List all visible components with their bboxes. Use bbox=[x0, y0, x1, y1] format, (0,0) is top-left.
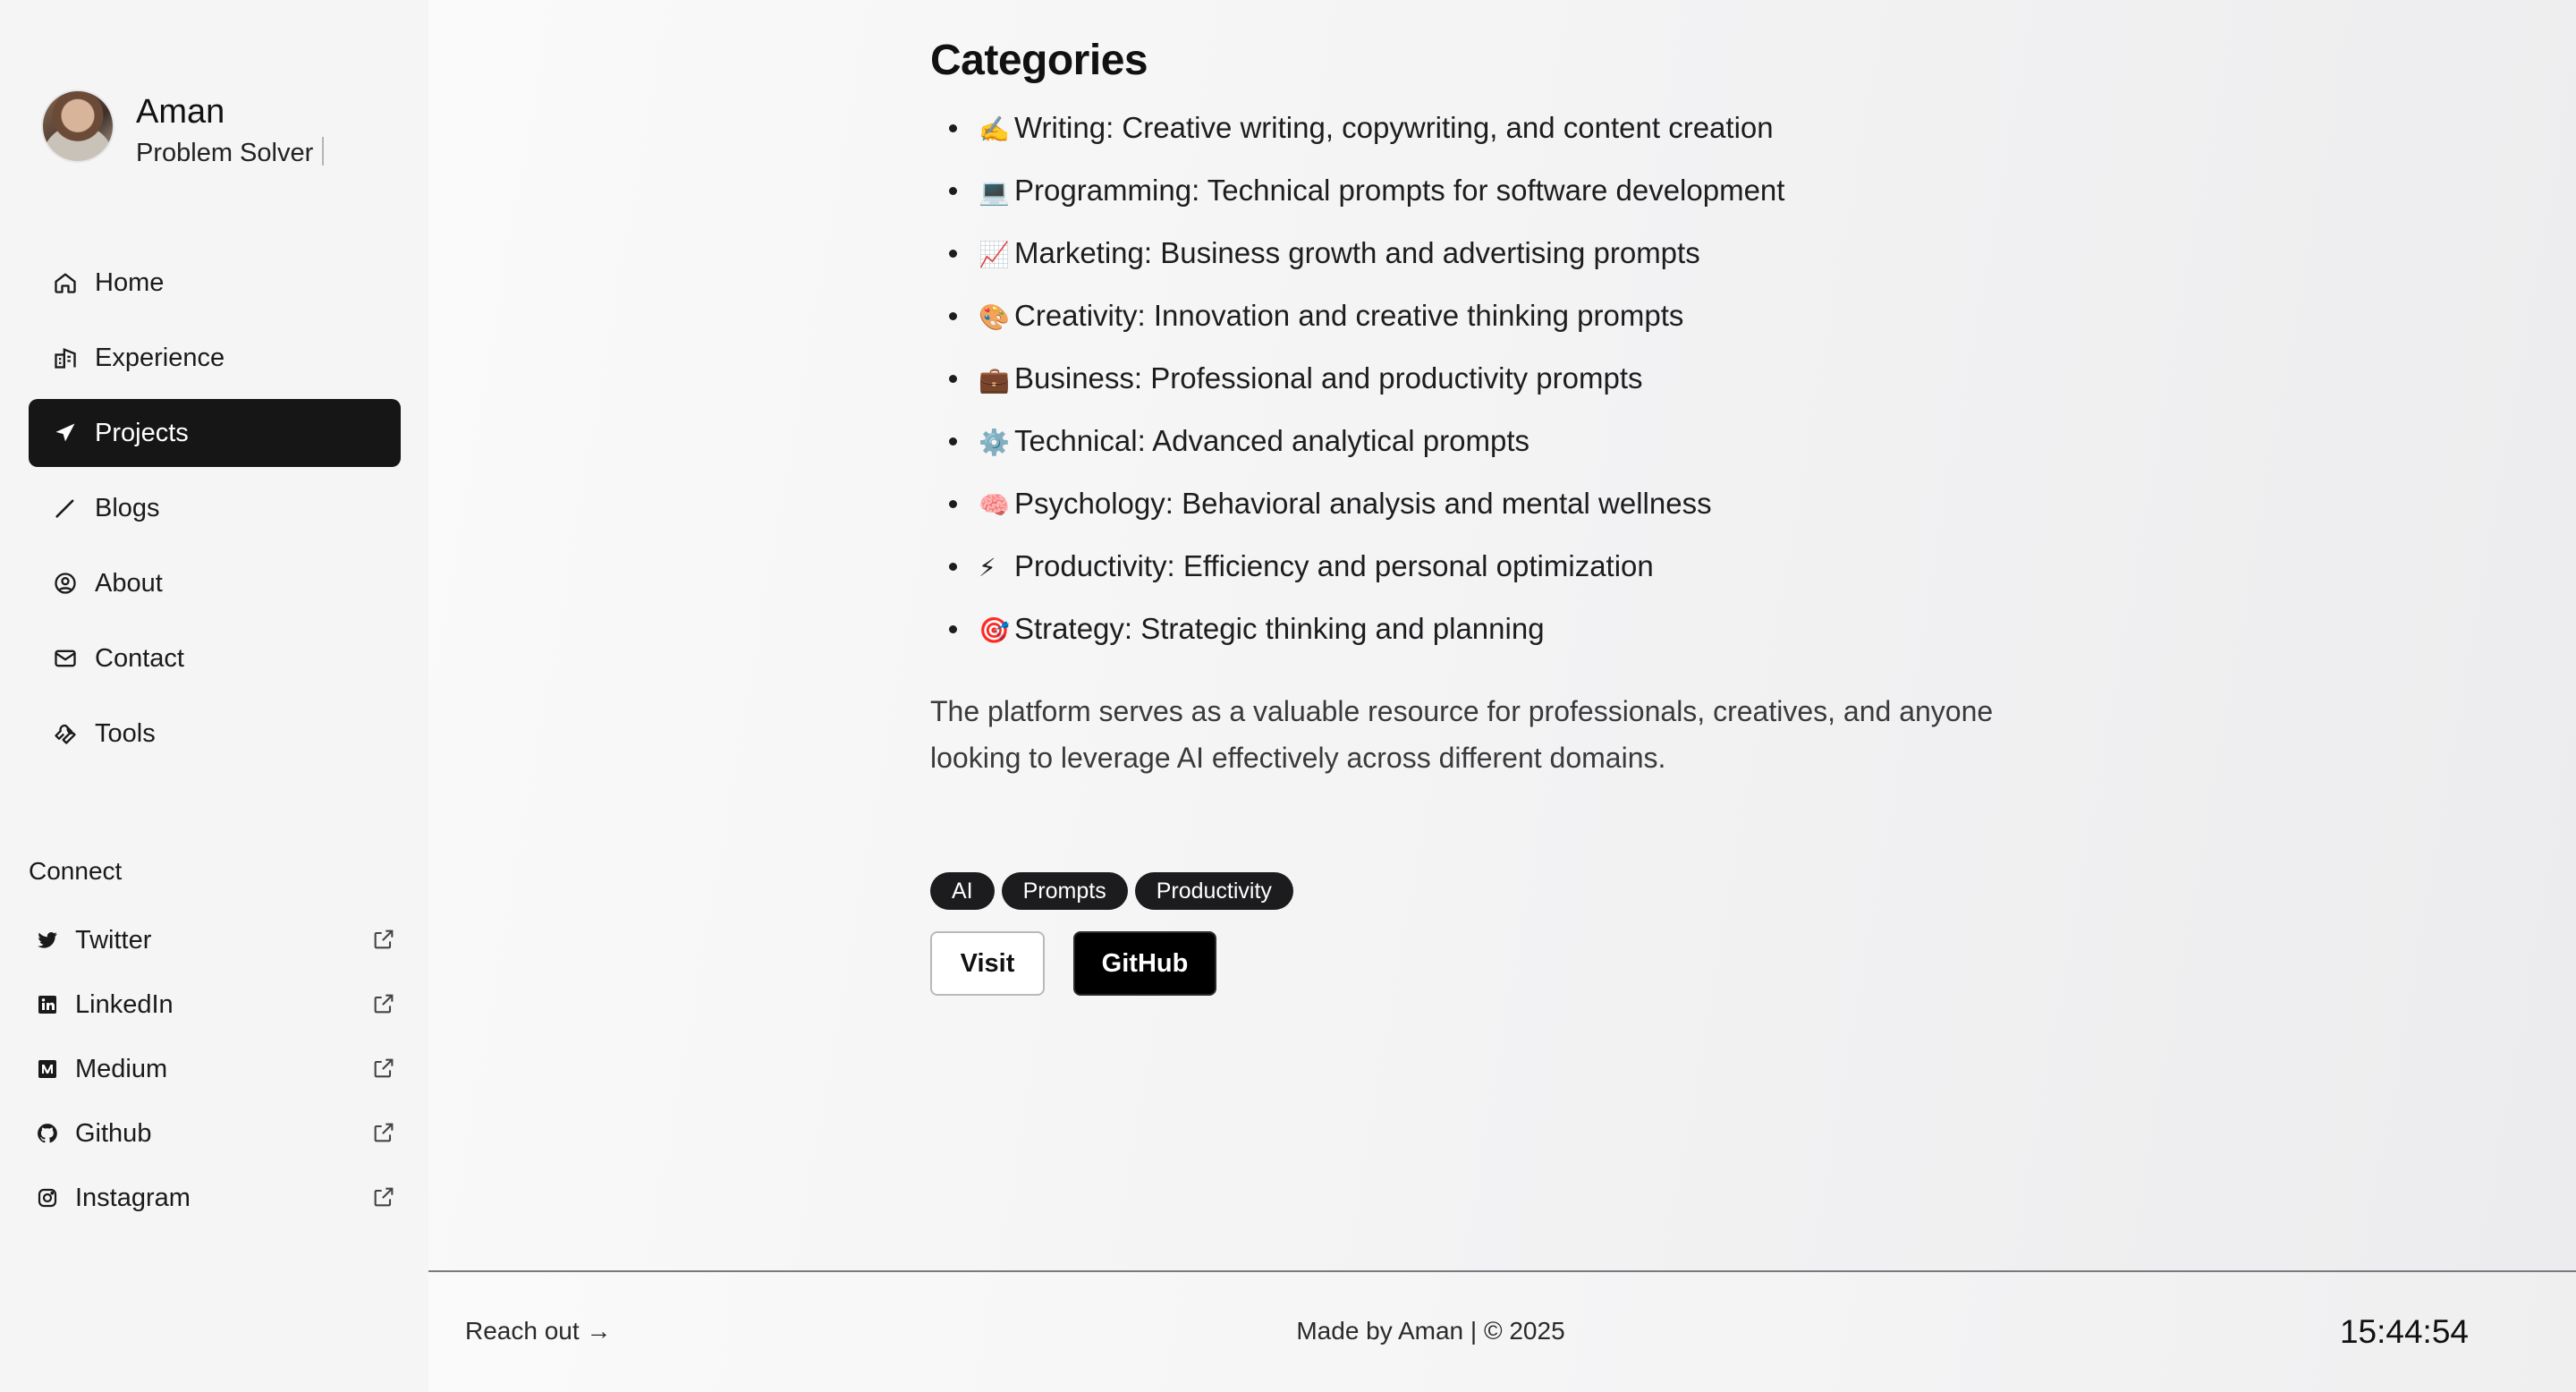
list-item-text: Writing: Creative writing, copywriting, … bbox=[1014, 111, 1774, 144]
categories-list: ✍️ Writing: Creative writing, copywriting… bbox=[930, 98, 2129, 661]
sidebar-item-label: Home bbox=[95, 267, 165, 297]
list-item: 🎨 Creativity: Innovation and creative thi… bbox=[930, 285, 2129, 348]
mail-icon bbox=[52, 645, 79, 672]
linkedin-icon bbox=[34, 991, 61, 1018]
home-icon bbox=[52, 269, 79, 296]
main-content: Categories ✍️ Writing: Creative writing, … bbox=[428, 0, 2576, 1270]
github-button[interactable]: GitHub bbox=[1073, 931, 1216, 996]
connect-heading: Connect bbox=[29, 857, 123, 885]
profile-role: Problem Solver bbox=[136, 136, 325, 170]
list-item: ✍️ Writing: Creative writing, copywriting… bbox=[930, 98, 2129, 160]
list-item-text: Programming: Technical prompts for softw… bbox=[1014, 174, 1785, 207]
external-link-icon bbox=[374, 994, 394, 1014]
avatar bbox=[41, 89, 114, 163]
profile: Aman Problem Solver bbox=[41, 89, 325, 170]
briefcase-icon: 💼 bbox=[979, 366, 1010, 394]
sidebar-item-label: Blogs bbox=[95, 493, 160, 522]
connect-item-instagram[interactable]: Instagram bbox=[34, 1176, 396, 1220]
external-link-icon bbox=[374, 1058, 394, 1078]
medium-icon bbox=[34, 1056, 61, 1082]
list-item: ⚡ Productivity: Efficiency and personal o… bbox=[930, 536, 2129, 598]
list-item: 🎯 Strategy: Strategic thinking and planni… bbox=[930, 598, 2129, 661]
typing-cursor bbox=[322, 137, 325, 166]
sidebar-item-label: Tools bbox=[95, 718, 156, 748]
connect-item-label: LinkedIn bbox=[75, 989, 174, 1019]
sidebar: Aman Problem Solver Home Experience Proj… bbox=[0, 0, 428, 1392]
project-description: The platform serves as a valuable resour… bbox=[930, 695, 1994, 774]
list-item: 💼 Business: Professional and productivity… bbox=[930, 348, 2129, 411]
visit-button[interactable]: Visit bbox=[930, 931, 1045, 996]
list-item-text: Creativity: Innovation and creative thin… bbox=[1014, 299, 1684, 332]
connect-item-label: Github bbox=[75, 1118, 152, 1148]
sidebar-item-blogs[interactable]: Blogs bbox=[29, 474, 401, 542]
profile-name: Aman bbox=[136, 93, 225, 131]
external-link-icon bbox=[374, 1187, 394, 1207]
pen-icon bbox=[52, 495, 79, 522]
project-details: Categories ✍️ Writing: Creative writing, … bbox=[930, 36, 2129, 996]
send-icon bbox=[52, 420, 79, 446]
connect-item-label: Instagram bbox=[75, 1183, 191, 1212]
connect-item-label: Twitter bbox=[75, 925, 152, 955]
chart-up-icon: 📈 bbox=[979, 241, 1010, 268]
palette-icon: 🎨 bbox=[979, 303, 1010, 331]
footer-credit: Made by Aman | © 2025 bbox=[1296, 1317, 1565, 1345]
tag-list: AI Prompts Productivity bbox=[930, 872, 2129, 910]
connect-item-twitter[interactable]: Twitter bbox=[34, 918, 396, 963]
sidebar-nav: Home Experience Projects Blogs About Con… bbox=[29, 249, 401, 775]
list-item-text: Productivity: Efficiency and personal op… bbox=[1014, 549, 1654, 582]
connect-item-label: Medium bbox=[75, 1054, 168, 1083]
sidebar-item-about[interactable]: About bbox=[29, 549, 401, 617]
list-item: 📈 Marketing: Business growth and advertis… bbox=[930, 223, 2129, 285]
gear-icon: ⚙️ bbox=[979, 429, 1010, 456]
github-icon bbox=[34, 1120, 61, 1147]
user-circle-icon bbox=[52, 570, 79, 597]
list-item-text: Technical: Advanced analytical prompts bbox=[1014, 424, 1530, 457]
sidebar-item-home[interactable]: Home bbox=[29, 249, 401, 317]
sidebar-item-label: Contact bbox=[95, 643, 184, 673]
twitter-icon bbox=[34, 927, 61, 954]
sidebar-item-contact[interactable]: Contact bbox=[29, 624, 401, 692]
sidebar-item-tools[interactable]: Tools bbox=[29, 700, 401, 768]
connect-item-github[interactable]: Github bbox=[34, 1111, 396, 1156]
list-item-text: Psychology: Behavioral analysis and ment… bbox=[1014, 487, 1712, 520]
sidebar-item-projects[interactable]: Projects bbox=[29, 399, 401, 467]
clock: 15:44:54 bbox=[2339, 1313, 2469, 1350]
writing-icon: ✍️ bbox=[979, 115, 1010, 143]
list-item: 🧠 Psychology: Behavioral analysis and men… bbox=[930, 473, 2129, 536]
profile-role-text: Problem Solver bbox=[136, 139, 314, 167]
tag: Prompts bbox=[1001, 872, 1128, 910]
footer: Reach out → Made by Aman | © 2025 15:44:… bbox=[428, 1270, 2576, 1392]
sidebar-item-experience[interactable]: Experience bbox=[29, 324, 401, 392]
list-item-text: Business: Professional and productivity … bbox=[1014, 361, 1643, 395]
external-link-icon bbox=[374, 929, 394, 949]
list-item-text: Marketing: Business growth and advertisi… bbox=[1014, 236, 1700, 269]
building-icon bbox=[52, 344, 79, 371]
list-item: 💻 Programming: Technical prompts for soft… bbox=[930, 160, 2129, 223]
target-icon: 🎯 bbox=[979, 616, 1010, 644]
sidebar-item-label: About bbox=[95, 568, 163, 598]
connect-item-linkedin[interactable]: LinkedIn bbox=[34, 982, 396, 1027]
sidebar-item-label: Projects bbox=[95, 418, 189, 447]
tag: Productivity bbox=[1134, 872, 1293, 910]
list-item: ⚙️ Technical: Advanced analytical prompts bbox=[930, 411, 2129, 473]
laptop-icon: 💻 bbox=[979, 178, 1010, 206]
lightning-icon: ⚡ bbox=[979, 554, 996, 581]
categories-heading: Categories bbox=[930, 37, 1148, 84]
instagram-icon bbox=[34, 1184, 61, 1211]
sidebar-item-label: Experience bbox=[95, 343, 225, 372]
wrench-icon bbox=[52, 720, 79, 747]
connect-item-medium[interactable]: Medium bbox=[34, 1047, 396, 1091]
brain-icon: 🧠 bbox=[979, 491, 1010, 519]
project-actions: Visit GitHub bbox=[930, 931, 2129, 996]
external-link-icon bbox=[374, 1123, 394, 1142]
list-item-text: Strategy: Strategic thinking and plannin… bbox=[1014, 612, 1545, 645]
tag: AI bbox=[930, 872, 995, 910]
